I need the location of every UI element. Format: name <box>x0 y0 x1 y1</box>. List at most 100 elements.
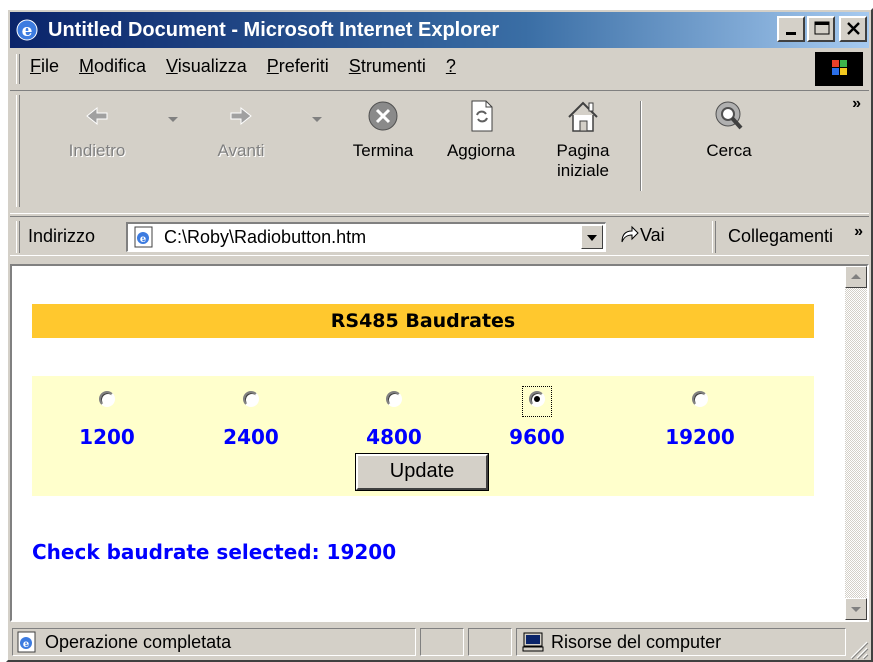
menu-item-strumenti[interactable]: Strumenti <box>349 56 426 77</box>
status-text-panel: e Operazione completata <box>12 628 416 656</box>
back-button[interactable]: Indietro <box>52 97 142 161</box>
back-label: Indietro <box>68 141 126 160</box>
forward-label: Avanti <box>217 141 265 160</box>
refresh-icon <box>471 100 493 132</box>
scroll-down-button[interactable] <box>845 598 867 620</box>
resize-grip-icon[interactable] <box>845 636 869 660</box>
menu-item-file[interactable]: File <box>30 56 59 77</box>
minimize-button[interactable] <box>777 16 805 42</box>
page-viewport: RS485 Baudrates Update 1200 2400 4800 9600 1… <box>10 264 869 622</box>
go-arrow-icon <box>621 225 639 243</box>
window-title: Untitled Document - Microsoft Internet E… <box>48 18 500 41</box>
address-bar: Indirizzo e C:\Roby\Radiobutton.htm Vai … <box>10 216 869 256</box>
status-bar: e Operazione completata Risorse del comp… <box>10 624 869 660</box>
address-label: Indirizzo <box>28 226 96 246</box>
back-arrow-icon <box>86 106 108 126</box>
radio-option-9600[interactable]: 9600 <box>487 386 587 449</box>
radio-focus-frame[interactable] <box>236 386 266 417</box>
radio-focus-frame[interactable] <box>379 386 409 417</box>
search-label: Cerca <box>706 141 752 160</box>
maximize-button[interactable] <box>807 16 835 42</box>
page-status-icon: e <box>17 631 36 653</box>
stop-icon <box>368 101 398 131</box>
windows-logo-icon <box>815 52 863 86</box>
links-more-chevron-icon[interactable]: » <box>854 223 863 241</box>
radio-button-1200[interactable] <box>99 391 115 407</box>
radio-focus-frame[interactable] <box>92 386 122 417</box>
back-dropdown-icon[interactable] <box>168 117 178 122</box>
forward-dropdown-icon[interactable] <box>312 117 322 122</box>
radio-label: 4800 <box>366 425 422 449</box>
radio-button-2400[interactable] <box>243 391 259 407</box>
selected-baudrate-text: Check baudrate selected: 19200 <box>32 540 397 564</box>
radio-button-4800[interactable] <box>386 391 402 407</box>
my-computer-icon <box>522 632 544 652</box>
links-grip[interactable] <box>712 221 716 253</box>
vertical-scrollbar[interactable] <box>845 266 867 620</box>
security-zone-text: Risorse del computer <box>551 632 722 652</box>
search-button[interactable]: Cerca <box>684 97 774 161</box>
radio-focus-frame[interactable] <box>522 386 552 417</box>
menu-item-visualizza[interactable]: Visualizza <box>166 56 247 77</box>
ie-logo-icon: e <box>16 19 38 41</box>
status-panel-empty-1 <box>420 628 464 656</box>
radio-option-1200[interactable]: 1200 <box>57 386 157 449</box>
refresh-label: Aggiorna <box>446 141 516 160</box>
home-icon <box>568 101 598 132</box>
menu-bar: File Modifica Visualizza Preferiti Strumenti… <box>10 50 869 88</box>
scroll-up-button[interactable] <box>845 266 867 288</box>
radio-button-19200[interactable] <box>692 391 708 407</box>
page-content: RS485 Baudrates Update 1200 2400 4800 9600 1… <box>12 266 847 620</box>
home-label-line1: Pagina <box>556 141 610 160</box>
radio-option-4800[interactable]: 4800 <box>344 386 444 449</box>
stop-button[interactable]: Termina <box>338 97 428 161</box>
home-label: Pagina iniziale <box>538 141 628 181</box>
status-text: Operazione completata <box>45 632 232 652</box>
address-dropdown-button[interactable] <box>581 225 603 249</box>
page-icon: e <box>134 226 153 248</box>
refresh-button[interactable]: Aggiorna <box>436 97 526 161</box>
menu-item-modifica[interactable]: Modifica <box>79 56 146 77</box>
svg-text:e: e <box>140 234 146 245</box>
title-bar[interactable]: e Untitled Document - Microsoft Internet… <box>10 12 869 48</box>
radio-button-9600[interactable] <box>529 391 545 407</box>
menu-item-preferiti[interactable]: Preferiti <box>267 56 329 77</box>
page-heading: RS485 Baudrates <box>32 304 814 338</box>
toolbar-grip[interactable] <box>16 95 20 207</box>
radio-label: 19200 <box>665 425 735 449</box>
menu-item-help[interactable]: ? <box>446 56 456 77</box>
search-icon <box>715 101 743 130</box>
close-button[interactable] <box>839 16 867 42</box>
close-icon <box>847 22 860 35</box>
minimize-icon <box>786 32 796 35</box>
toolbar-more-chevron-icon[interactable]: » <box>852 95 861 113</box>
svg-text:e: e <box>22 21 33 41</box>
radio-label: 9600 <box>509 425 565 449</box>
baudrate-form: Update 1200 2400 4800 9600 19200 <box>32 376 814 496</box>
radio-option-2400[interactable]: 2400 <box>201 386 301 449</box>
addressbar-grip[interactable] <box>16 221 20 253</box>
home-button[interactable]: Pagina iniziale <box>538 97 628 181</box>
radio-option-19200[interactable]: 19200 <box>650 386 750 449</box>
ie-window: e Untitled Document - Microsoft Internet… <box>6 8 873 662</box>
forward-button[interactable]: Avanti <box>196 97 286 161</box>
stop-label: Termina <box>352 141 414 160</box>
radio-label: 1200 <box>79 425 135 449</box>
update-button[interactable]: Update <box>355 453 489 491</box>
links-button[interactable]: Collegamenti <box>728 226 833 247</box>
address-field[interactable]: e C:\Roby\Radiobutton.htm <box>126 222 606 252</box>
security-zone-panel: Risorse del computer <box>516 628 846 656</box>
svg-text:e: e <box>23 639 29 650</box>
radio-focus-frame[interactable] <box>685 386 715 417</box>
go-label: Vai <box>640 224 665 245</box>
menubar-grip[interactable] <box>16 54 20 84</box>
address-value: C:\Roby\Radiobutton.htm <box>164 227 367 247</box>
toolbar-separator <box>640 101 642 191</box>
forward-arrow-icon <box>230 106 252 126</box>
radio-label: 2400 <box>223 425 279 449</box>
status-panel-empty-2 <box>468 628 512 656</box>
maximize-icon <box>814 21 830 35</box>
home-label-line2: iniziale <box>557 161 609 180</box>
go-button[interactable]: Vai <box>618 224 665 246</box>
standard-toolbar: Indietro Avanti Termina Aggiorna Pagina … <box>10 90 869 214</box>
